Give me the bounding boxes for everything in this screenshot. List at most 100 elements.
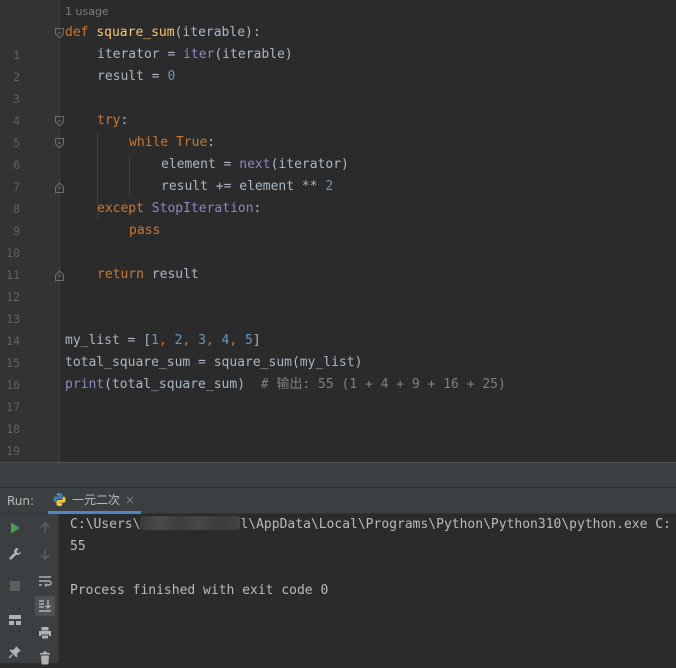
code-line: 12 return result [0, 264, 676, 304]
code-text: (iterator) [270, 157, 349, 172]
number-literal: 1 [151, 333, 159, 348]
keyword: pass [129, 223, 161, 238]
console-command-line: C:\Users\ l\AppData\Local\Programs\Python… [70, 514, 671, 536]
code-line: 7 element = next(iterator) [0, 154, 676, 194]
fold-collapse-icon[interactable] [55, 138, 64, 149]
keyword: try [97, 113, 121, 128]
code-comment: # 输出: 55 (1 + 4 + 9 + 16 + 25) [260, 377, 506, 392]
keyword: while [129, 135, 169, 150]
run-label: Run: [7, 494, 35, 508]
next-occurrence-button[interactable] [35, 544, 55, 564]
number-literal: 5 [245, 333, 253, 348]
soft-wrap-icon [39, 576, 52, 587]
keyword: True [175, 135, 208, 150]
down-arrow-icon [40, 549, 50, 561]
code-line: 20 [0, 440, 676, 462]
number-literal: 3 [198, 333, 206, 348]
modify-config-button[interactable] [5, 544, 25, 564]
code-text: iterator = [97, 47, 184, 62]
code-text: total_square_sum = square_sum(my_list) [65, 355, 363, 370]
redacted-username [140, 516, 241, 530]
clear-all-button[interactable] [35, 648, 55, 668]
code-text: : [120, 113, 129, 128]
number-literal: 0 [167, 69, 176, 84]
code-text: (total_square_sum) [104, 377, 261, 392]
code-text: (iterable) [214, 47, 293, 62]
print-icon [39, 627, 51, 640]
code-line: 6 while True: [0, 132, 676, 172]
soft-wrap-button[interactable] [35, 571, 55, 591]
keyword: return [97, 267, 144, 282]
separator: , [229, 333, 246, 348]
scroll-to-end-button[interactable] [35, 596, 55, 616]
wrench-icon [9, 548, 21, 560]
code-text: result [143, 267, 199, 282]
fold-collapse-icon[interactable] [55, 116, 64, 127]
fold-end-icon[interactable] [55, 182, 64, 193]
previous-occurrence-button[interactable] [35, 518, 55, 538]
separator: , [182, 333, 199, 348]
print-button[interactable] [35, 623, 55, 643]
code-line: 10 pass [0, 220, 676, 260]
code-line: 5 try: [0, 110, 676, 150]
run-tab[interactable]: 一元二次 × [48, 488, 142, 514]
run-tool-window-header: Run: 一元二次 × [0, 487, 676, 514]
close-icon[interactable]: × [125, 493, 135, 507]
builtin-name: StopIteration [151, 201, 254, 216]
builtin-name: print [65, 377, 105, 392]
function-name: square_sum [96, 25, 175, 40]
code-line: 15 my_list = [1, 2, 3, 4, 5] [0, 330, 676, 370]
console-path-prefix: C:\Users\ [70, 517, 141, 532]
code-line: 19 [0, 418, 676, 458]
stop-icon [10, 581, 20, 591]
run-toolbar-secondary [31, 514, 59, 665]
pin-icon [8, 646, 21, 659]
console-output[interactable]: C:\Users\ l\AppData\Local\Programs\Python… [60, 514, 676, 663]
code-text: result += element ** [161, 179, 326, 194]
run-tab-label: 一元二次 [72, 493, 121, 507]
pin-tab-button[interactable] [5, 642, 25, 662]
code-line: 9 except StopIteration: [0, 198, 676, 238]
code-line: 16 total_square_sum = square_sum(my_list… [0, 352, 676, 392]
layout-icon [9, 615, 21, 625]
console-path-suffix: l\AppData\Local\Programs\Python\Python31… [240, 517, 671, 532]
code-text: my_list = [ [65, 333, 152, 348]
builtin-name: iter [183, 47, 215, 62]
code-line: 8 result += element ** 2 [0, 176, 676, 216]
code-text: element = [161, 157, 240, 172]
rerun-button[interactable] [5, 518, 25, 538]
separator: , [205, 333, 222, 348]
code-line: 11 [0, 242, 676, 282]
code-line: 18 [0, 396, 676, 436]
keyword: except [97, 201, 144, 216]
fold-end-icon[interactable] [55, 270, 64, 281]
up-arrow-icon [40, 521, 50, 533]
code-line: 3 result = 0 [0, 66, 676, 106]
console-output-line: 55 [70, 539, 86, 554]
usage-hint[interactable]: 1 usage [65, 4, 109, 20]
code-line: 13 [0, 286, 676, 326]
code-line: 2 iterator = iter(iterable) [0, 44, 676, 84]
number-literal: 2 [325, 179, 334, 194]
keyword: def [65, 25, 89, 40]
code-text: : [207, 135, 216, 150]
code-line: 1 def square_sum(iterable): [0, 22, 676, 62]
python-icon [53, 492, 66, 507]
panel-splitter[interactable] [0, 462, 676, 487]
code-text: result = [97, 69, 168, 84]
fold-collapse-icon[interactable] [55, 28, 64, 39]
scroll-to-end-icon [39, 600, 51, 612]
code-line: 4 [0, 88, 676, 128]
console-finish-message: Process finished with exit code 0 [70, 583, 329, 598]
layout-button[interactable] [5, 610, 25, 630]
code-text: (iterable): [174, 25, 261, 40]
code-line: 17 print(total_square_sum) # 输出: 55 (1 +… [0, 374, 676, 414]
code-text: : [253, 201, 262, 216]
code-editor[interactable]: 1 usage 1 def square_sum(iterable): 2 it… [0, 0, 676, 462]
builtin-name: next [239, 157, 271, 172]
run-toolbar-primary [0, 514, 31, 663]
rerun-icon [11, 522, 20, 534]
code-text: ] [252, 333, 261, 348]
code-line: 14 [0, 308, 676, 348]
stop-button[interactable] [5, 576, 25, 596]
